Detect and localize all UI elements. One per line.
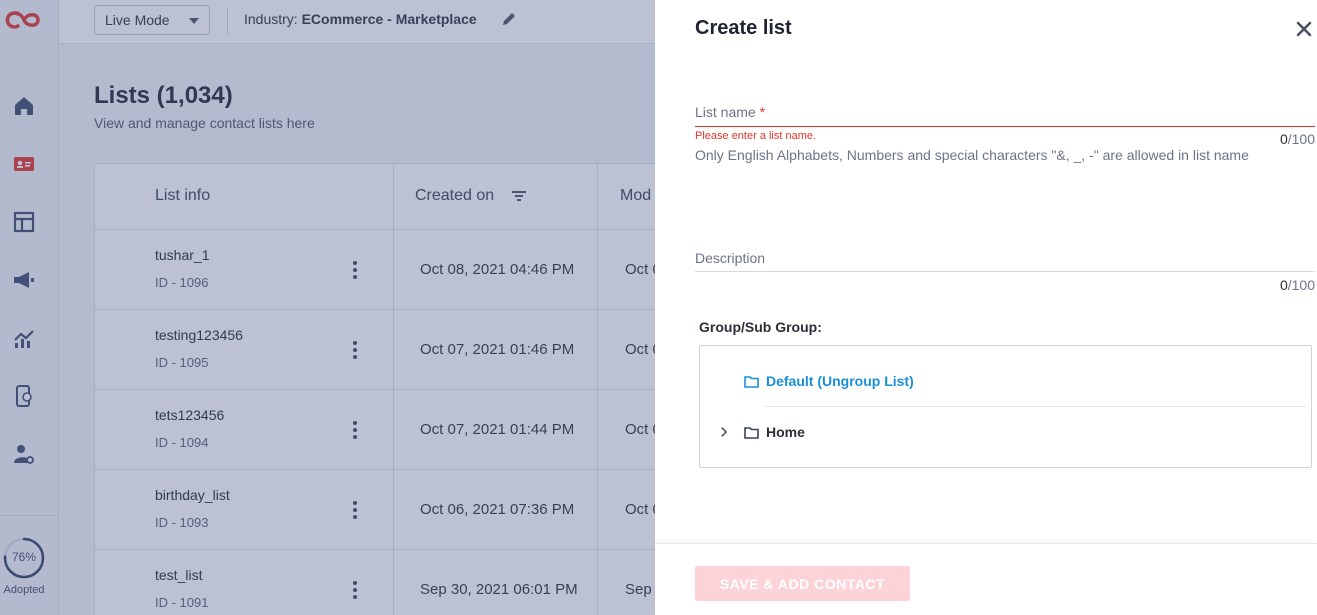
description-input[interactable] [695, 247, 1315, 271]
group-tree: Default (Ungroup List) Home [699, 345, 1312, 468]
list-name-input[interactable] [695, 101, 1315, 125]
drawer-title: Create list [695, 17, 792, 39]
folder-icon [744, 426, 759, 439]
description-max: /100 [1287, 277, 1315, 293]
drawer-footer: SAVE & ADD CONTACT [655, 543, 1317, 615]
close-icon[interactable] [1295, 20, 1313, 38]
list-name-error: Please enter a list name. [695, 130, 817, 142]
tree-divider [765, 406, 1306, 407]
folder-icon [744, 375, 759, 388]
description-underline [695, 271, 1315, 272]
group-label: Group/Sub Group: [699, 319, 822, 335]
create-list-drawer: Create list List name * Please enter a l… [655, 0, 1317, 615]
list-name-counter: 0/100 [1280, 131, 1315, 147]
list-name-max: /100 [1287, 131, 1315, 147]
group-item-label: Home [766, 424, 805, 440]
group-item-default[interactable]: Default (Ungroup List) [744, 373, 914, 389]
save-and-add-contact-button[interactable]: SAVE & ADD CONTACT [695, 566, 910, 601]
modal-backdrop[interactable] [0, 0, 655, 615]
group-item-home[interactable]: Home [720, 424, 805, 440]
list-name-count: 0 [1279, 131, 1288, 147]
list-name-underline [695, 126, 1315, 127]
group-item-label: Default (Ungroup List) [766, 373, 914, 389]
list-name-hint: Only English Alphabets, Numbers and spec… [695, 147, 1249, 163]
description-count: 0 [1279, 277, 1288, 293]
chevron-right-icon[interactable] [720, 426, 734, 438]
description-counter: 0/100 [1280, 277, 1315, 293]
